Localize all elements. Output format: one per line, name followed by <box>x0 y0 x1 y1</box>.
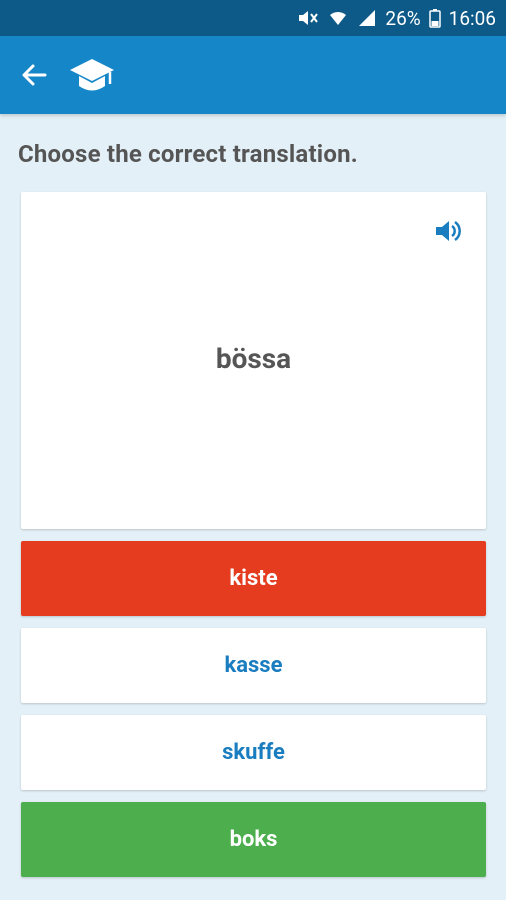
mute-icon <box>297 8 319 28</box>
wifi-icon <box>327 8 349 28</box>
app-bar <box>0 36 506 114</box>
back-arrow-icon[interactable] <box>14 55 54 95</box>
battery-icon <box>428 8 441 28</box>
answer-option-wrong[interactable]: kiste <box>21 541 486 616</box>
clock: 16:06 <box>448 6 496 30</box>
signal-icon <box>357 8 377 28</box>
graduation-cap-icon <box>68 55 116 95</box>
quiz-prompt: Choose the correct translation. <box>18 140 358 168</box>
quiz-word: bössa <box>215 342 292 375</box>
answer-option[interactable]: skuffe <box>21 715 486 790</box>
answer-option[interactable]: kasse <box>21 628 486 703</box>
battery-percent: 26% <box>385 6 421 30</box>
status-bar: 26% 16:06 <box>0 0 506 36</box>
answer-option-correct[interactable]: boks <box>21 802 486 877</box>
speaker-icon[interactable] <box>434 218 462 248</box>
word-card: bössa <box>21 192 486 529</box>
